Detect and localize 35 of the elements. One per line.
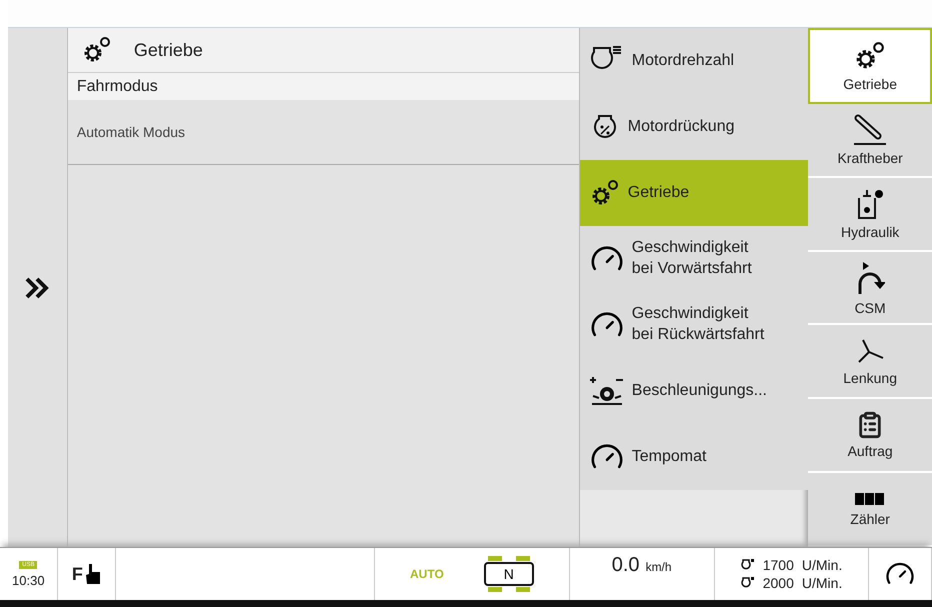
menu-item[interactable]: Beschleunigungs... bbox=[580, 358, 808, 424]
menu-item[interactable]: Motordrückung bbox=[580, 94, 808, 160]
menu-item[interactable]: Motordrehzahl bbox=[580, 28, 808, 94]
double-chevron-icon[interactable] bbox=[24, 274, 50, 300]
tab[interactable]: Getriebe bbox=[808, 28, 932, 104]
tire-icon bbox=[590, 374, 624, 408]
speed-unit: km/h bbox=[646, 560, 672, 574]
tab[interactable]: Kraftheber bbox=[808, 104, 932, 178]
drive-mode-label: AUTO bbox=[410, 567, 444, 581]
function-key-label: F bbox=[72, 564, 83, 584]
tab[interactable]: Auftrag bbox=[808, 399, 932, 474]
clock-time: 10:30 bbox=[12, 572, 45, 588]
rpm-unit: U/Min. bbox=[802, 575, 842, 591]
engine-icon bbox=[740, 576, 755, 590]
hand-pointer-icon bbox=[84, 563, 101, 585]
tab[interactable]: Lenkung bbox=[808, 325, 932, 400]
rpm-value: 1700 bbox=[762, 557, 794, 573]
menu-item[interactable]: Geschwindigkeit bei Vorwärtsfahrt bbox=[580, 226, 808, 292]
menu-item[interactable]: Getriebe bbox=[580, 160, 808, 226]
setting-row[interactable]: Automatik Modus bbox=[68, 100, 579, 165]
speed-value: 0.0 bbox=[612, 554, 640, 577]
tab[interactable]: Zähler bbox=[808, 473, 932, 548]
gear-indicator: N bbox=[484, 556, 534, 592]
engine-icon bbox=[740, 558, 755, 572]
rpm-value: 2000 bbox=[762, 575, 794, 591]
hydraulic-tank-icon bbox=[855, 188, 886, 220]
menu-item[interactable]: Tempomat bbox=[580, 424, 808, 490]
rpm-unit: U/Min. bbox=[802, 557, 842, 573]
section-title: Fahrmodus bbox=[76, 78, 158, 96]
tab[interactable]: Hydraulik bbox=[808, 178, 932, 252]
panel-title: Getriebe bbox=[134, 40, 203, 60]
setting-value: Automatik Modus bbox=[76, 124, 186, 140]
lever-icon bbox=[852, 114, 888, 146]
tab[interactable]: CSM bbox=[808, 252, 932, 326]
menu-item[interactable]: Geschwindigkeit bei Rückwärtsfahrt bbox=[580, 292, 808, 358]
